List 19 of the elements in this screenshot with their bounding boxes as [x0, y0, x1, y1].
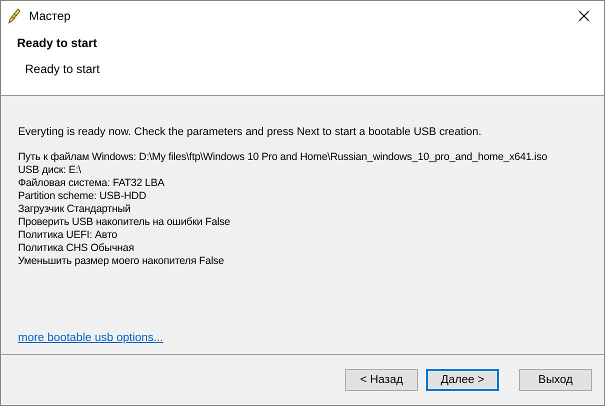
- close-icon: [578, 10, 590, 22]
- wizard-button[interactable]: Выход: [519, 369, 592, 391]
- parameter-line: Partition scheme: USB-HDD: [18, 190, 146, 203]
- window-title: Мастер: [29, 8, 72, 22]
- parameter-line: Проверить USB накопитель на ошибки False: [18, 216, 230, 229]
- parameter-line: Загрузчик Стандартный: [18, 203, 131, 216]
- parameter-line: Политика CHS Обычная: [18, 242, 134, 255]
- intro-text: Everyting is ready now. Check the parameters and press Next to start a bootable USB creation.: [18, 126, 482, 138]
- parameter-line: USB диск: E:\: [18, 164, 82, 177]
- wizard-button[interactable]: < Назад: [345, 369, 418, 391]
- parameter-line: Путь к файлам Windows: D:\My files\ftp\Windows 10 Pro and Home\Russian_windows_10_pro_and_home_x641.iso: [18, 151, 548, 164]
- parameter-line: Политика UEFI: Авто: [18, 229, 118, 242]
- pencil-icon: [7, 8, 21, 24]
- options-link[interactable]: more bootable usb options...: [18, 332, 164, 344]
- wizard-button[interactable]: Далее >: [426, 369, 499, 391]
- page-subtitle: Ready to start: [25, 62, 101, 76]
- parameter-line: Уменьшить размер моего накопителя False: [18, 255, 224, 268]
- page-title: Ready to start: [17, 36, 98, 50]
- parameter-line: Файловая система: FAT32 LBA: [18, 177, 164, 190]
